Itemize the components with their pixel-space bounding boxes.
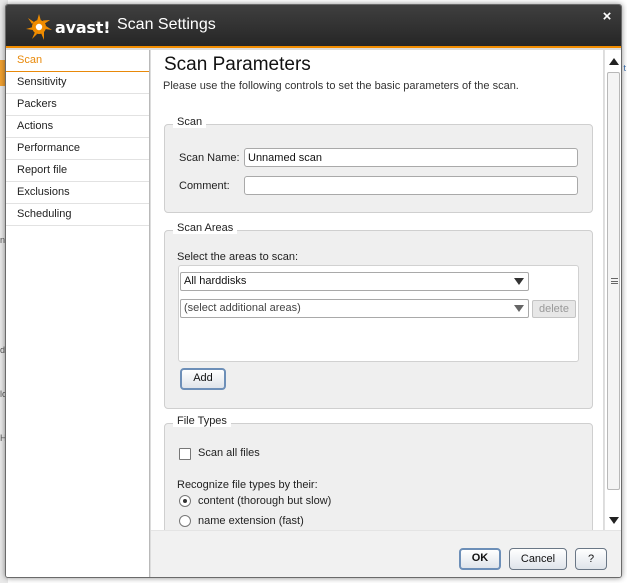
extension-radio-label[interactable]: name extension (fast) xyxy=(198,515,304,527)
additional-area-select[interactable]: (select additional areas) xyxy=(180,299,529,318)
help-button[interactable]: ? xyxy=(575,548,607,570)
scan-areas-legend: Scan Areas xyxy=(173,222,238,234)
sidebar-item-scheduling[interactable]: Scheduling xyxy=(6,204,149,226)
title-bar[interactable]: avast! Scan Settings × xyxy=(6,5,621,48)
delete-area-button[interactable]: delete xyxy=(532,300,576,318)
areas-list: All harddisks (select additional areas) … xyxy=(178,265,579,362)
additional-area-value: (select additional areas) xyxy=(184,302,301,314)
scroll-thumb[interactable] xyxy=(607,72,620,490)
comment-input[interactable] xyxy=(244,176,578,195)
content-radio-label[interactable]: content (thorough but slow) xyxy=(198,495,331,507)
close-icon[interactable]: × xyxy=(598,8,616,25)
recognize-label: Recognize file types by their: xyxy=(177,479,318,491)
extension-radio[interactable] xyxy=(179,515,191,527)
sidebar-item-exclusions[interactable]: Exclusions xyxy=(6,182,149,204)
dialog-title: Scan Settings xyxy=(117,16,216,33)
scan-group-legend: Scan xyxy=(173,116,207,128)
grip-icon xyxy=(611,278,618,284)
comment-label: Comment: xyxy=(179,180,230,192)
dialog-footer: OK Cancel ? xyxy=(151,530,621,577)
page-description: Please use the following controls to set… xyxy=(163,80,519,92)
scan-name-label: Scan Name: xyxy=(179,152,240,164)
select-areas-label: Select the areas to scan: xyxy=(177,251,299,263)
chevron-down-icon xyxy=(514,305,524,312)
sidebar-item-packers[interactable]: Packers xyxy=(6,94,149,116)
scan-settings-dialog: avast! Scan Settings × Scan Sensitivity … xyxy=(5,4,622,578)
ok-button[interactable]: OK xyxy=(459,548,501,570)
main-content: Scan Parameters Please use the following… xyxy=(151,50,603,530)
scroll-down-arrow-icon[interactable] xyxy=(609,517,619,524)
sidebar-item-actions[interactable]: Actions xyxy=(6,116,149,138)
scan-group: Scan Scan Name: Comment: xyxy=(164,116,593,213)
sidebar-item-performance[interactable]: Performance xyxy=(6,138,149,160)
scan-all-files-label[interactable]: Scan all files xyxy=(198,447,260,459)
add-area-button[interactable]: Add xyxy=(180,368,226,390)
settings-sidebar: Scan Sensitivity Packers Actions Perform… xyxy=(6,50,150,577)
content-radio[interactable] xyxy=(179,495,191,507)
cancel-button[interactable]: Cancel xyxy=(509,548,567,570)
page-title: Scan Parameters xyxy=(164,54,311,75)
primary-area-value: All harddisks xyxy=(184,275,247,287)
chevron-down-icon xyxy=(514,278,524,285)
content-scrollbar[interactable] xyxy=(604,50,621,530)
brand-text: avast! xyxy=(55,17,111,37)
background-fragment-1: t xyxy=(623,63,626,73)
sidebar-item-report-file[interactable]: Report file xyxy=(6,160,149,182)
avast-logo: avast! xyxy=(24,12,110,42)
scan-name-input[interactable] xyxy=(244,148,578,167)
avast-orb-icon xyxy=(26,14,52,40)
scan-all-files-checkbox[interactable] xyxy=(179,448,191,460)
primary-area-select[interactable]: All harddisks xyxy=(180,272,529,291)
scroll-up-arrow-icon[interactable] xyxy=(609,58,619,65)
file-types-group: File Types Scan all files Recognize file… xyxy=(164,415,593,530)
scan-areas-group: Scan Areas Select the areas to scan: All… xyxy=(164,222,593,409)
sidebar-item-scan[interactable]: Scan xyxy=(6,50,149,72)
file-types-legend: File Types xyxy=(173,415,231,427)
sidebar-item-sensitivity[interactable]: Sensitivity xyxy=(6,72,149,94)
